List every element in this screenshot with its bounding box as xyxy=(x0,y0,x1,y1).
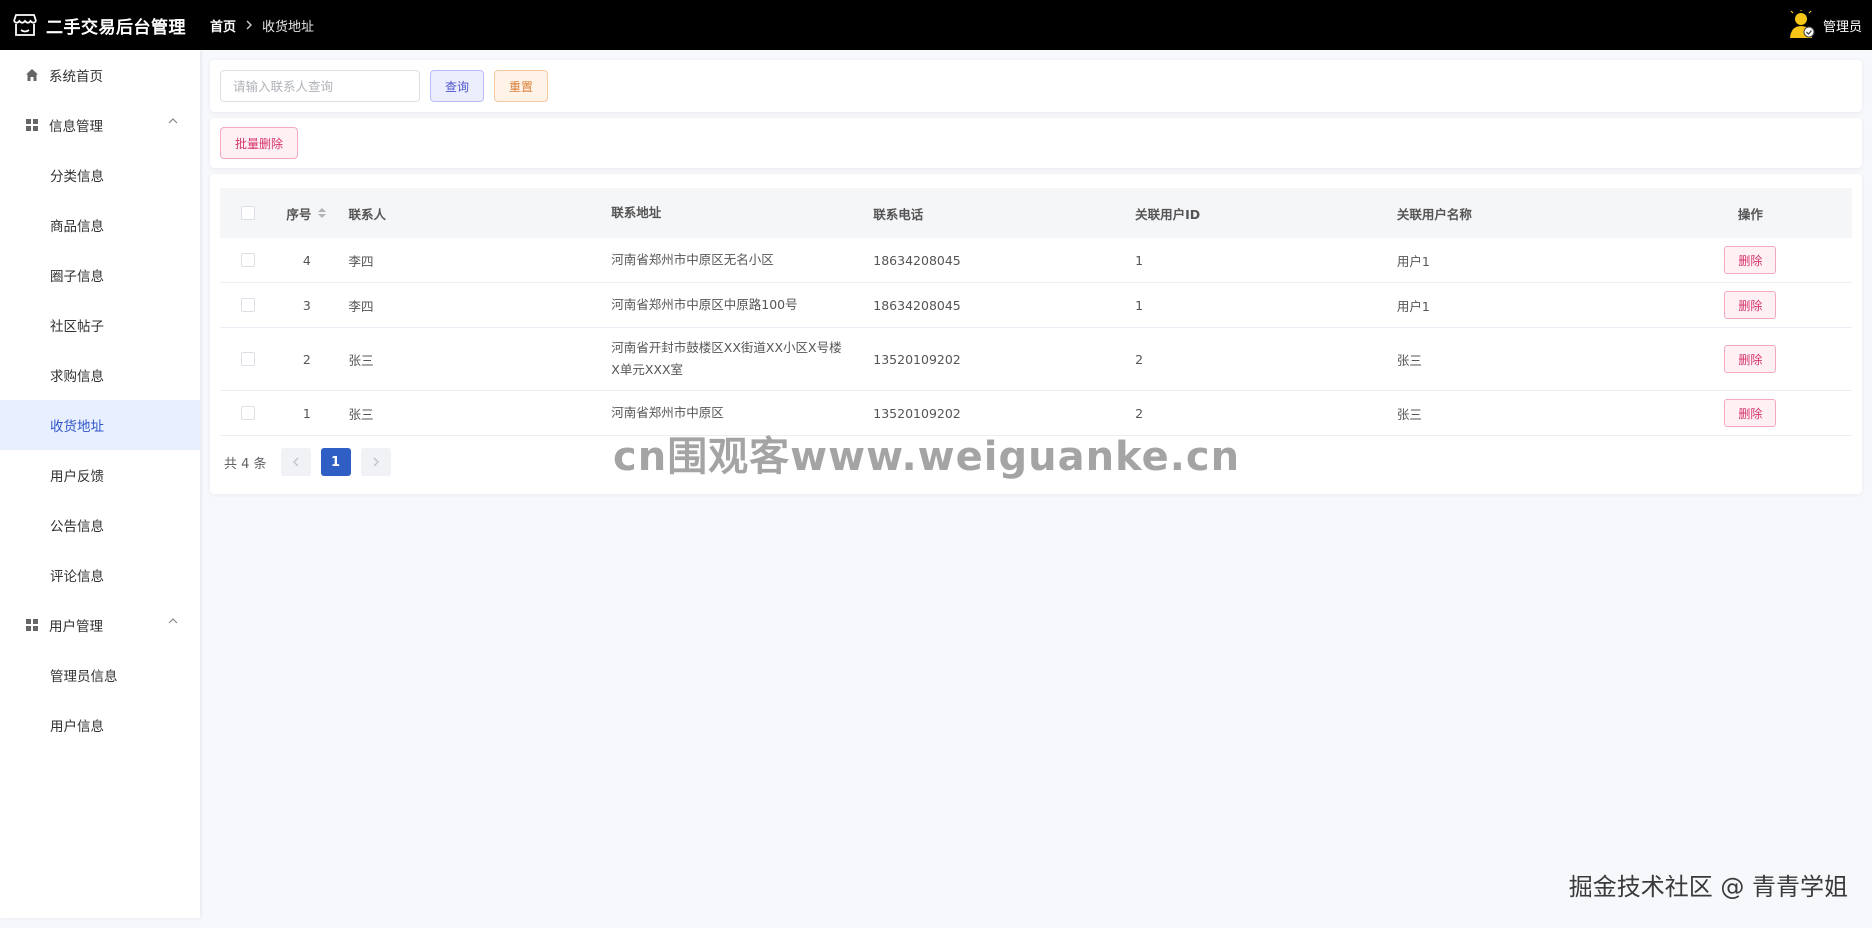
header-label: 序号 xyxy=(286,206,312,222)
cell-user-id: 1 xyxy=(1135,252,1144,268)
batch-delete-button[interactable]: 批量删除 xyxy=(220,127,299,159)
sidebar-item-wanted[interactable]: 求购信息 xyxy=(0,350,200,400)
sidebar-group-label: 信息管理 xyxy=(49,119,103,135)
row-checkbox[interactable] xyxy=(240,352,255,366)
sidebar-item-circle[interactable]: 圈子信息 xyxy=(0,250,200,300)
sidebar: 系统首页 信息管理 分类信息 商品信息 圈子信息 社区帖子 求购信息 收货地址 … xyxy=(0,50,200,918)
cell-contact: 张三 xyxy=(348,352,374,368)
pagination-total: 共 4 条 xyxy=(224,456,267,472)
sidebar-item-address[interactable]: 收货地址 xyxy=(0,400,200,450)
row-checkbox[interactable] xyxy=(240,298,255,312)
cell-phone: 13520109202 xyxy=(873,405,961,421)
toolbar-card: 批量删除 xyxy=(210,118,1862,168)
cell-seq: 3 xyxy=(302,297,311,313)
breadcrumb: 首页 收货地址 xyxy=(210,16,314,35)
watermark: cn围观客www.weiguanke.cn xyxy=(613,434,1241,480)
sidebar-item-users[interactable]: 用户信息 xyxy=(0,700,200,750)
delete-button[interactable]: 删除 xyxy=(1724,345,1777,373)
delete-button[interactable]: 删除 xyxy=(1724,291,1777,319)
sidebar-group-info-management[interactable]: 信息管理 xyxy=(0,100,200,150)
cell-phone: 18634208045 xyxy=(873,252,961,268)
table-row: 4 李四 河南省郑州市中原区无名小区 18634208045 1 用户1 删除 xyxy=(220,238,1852,283)
select-all-checkbox[interactable] xyxy=(240,206,255,220)
home-icon xyxy=(24,67,40,83)
grid-icon xyxy=(24,117,40,133)
cell-phone: 13520109202 xyxy=(873,351,961,367)
sort-icon[interactable] xyxy=(317,207,327,219)
sidebar-item-goods[interactable]: 商品信息 xyxy=(0,200,200,250)
header-phone: 联系电话 xyxy=(873,206,924,222)
breadcrumb-current: 收货地址 xyxy=(262,19,315,35)
sidebar-item-category[interactable]: 分类信息 xyxy=(0,150,200,200)
sidebar-item-label: 系统首页 xyxy=(49,69,103,85)
row-checkbox[interactable] xyxy=(240,406,255,420)
header-contact: 联系人 xyxy=(348,206,386,222)
cell-seq: 4 xyxy=(302,252,311,268)
chevron-left-icon xyxy=(292,457,299,467)
page-number-button[interactable]: 1 xyxy=(320,448,351,476)
delete-button[interactable]: 删除 xyxy=(1724,399,1777,427)
cell-contact: 李四 xyxy=(348,253,374,269)
chevron-right-icon xyxy=(245,20,253,30)
sidebar-group-label: 用户管理 xyxy=(49,619,103,635)
cell-user-name: 用户1 xyxy=(1396,253,1430,269)
header-address: 联系地址 xyxy=(611,205,662,220)
grid-icon xyxy=(24,617,40,633)
sidebar-item-home[interactable]: 系统首页 xyxy=(0,50,200,100)
cell-user-name: 用户1 xyxy=(1396,298,1430,314)
top-bar: 二手交易后台管理 首页 收货地址 管理员 xyxy=(0,0,1872,50)
table-row: 3 李四 河南省郑州市中原区中原路100号 18634208045 1 用户1 … xyxy=(220,283,1852,328)
breadcrumb-home[interactable]: 首页 xyxy=(210,16,236,35)
reset-button[interactable]: 重置 xyxy=(494,70,549,102)
query-button[interactable]: 查询 xyxy=(430,70,485,102)
cell-user-id: 2 xyxy=(1135,351,1144,367)
next-page-button[interactable] xyxy=(360,448,391,476)
cell-user-name: 张三 xyxy=(1396,352,1422,368)
cell-user-name: 张三 xyxy=(1396,406,1422,422)
cell-address: 河南省开封市鼓楼区XX街道XX小区X号楼X单元XXX室 xyxy=(611,340,842,377)
cell-address: 河南省郑州市中原区中原路100号 xyxy=(611,297,798,312)
sidebar-item-posts[interactable]: 社区帖子 xyxy=(0,300,200,350)
delete-button[interactable]: 删除 xyxy=(1724,246,1777,274)
contact-search-input[interactable] xyxy=(220,70,420,102)
sidebar-item-admin[interactable]: 管理员信息 xyxy=(0,650,200,700)
sidebar-item-notice[interactable]: 公告信息 xyxy=(0,500,200,550)
header-user-id: 关联用户ID xyxy=(1135,206,1201,222)
app-title: 二手交易后台管理 xyxy=(46,17,186,38)
cell-address: 河南省郑州市中原区无名小区 xyxy=(611,252,774,267)
table-row: 2 张三 河南省开封市鼓楼区XX街道XX小区X号楼X单元XXX室 1352010… xyxy=(220,328,1852,391)
cell-user-id: 1 xyxy=(1135,297,1144,313)
logo[interactable]: 二手交易后台管理 xyxy=(0,10,210,40)
user-menu[interactable]: 管理员 xyxy=(1787,0,1862,50)
search-card: 查询 重置 xyxy=(210,60,1862,112)
header-action: 操作 xyxy=(1737,206,1763,222)
cell-seq: 1 xyxy=(302,405,311,421)
chevron-up-icon xyxy=(168,617,178,625)
header-user-name: 关联用户名称 xyxy=(1396,206,1472,222)
cell-user-id: 2 xyxy=(1135,405,1144,421)
footer-watermark: 掘金技术社区 @ 青青学姐 xyxy=(1568,873,1848,901)
sidebar-item-comment[interactable]: 评论信息 xyxy=(0,550,200,600)
sidebar-item-feedback[interactable]: 用户反馈 xyxy=(0,450,200,500)
cell-address: 河南省郑州市中原区 xyxy=(611,405,724,420)
table-header: 序号 联系人 联系地址 联系电话 关联用户ID 关联用户名称 操作 xyxy=(220,188,1852,238)
prev-page-button[interactable] xyxy=(280,448,311,476)
chevron-up-icon xyxy=(168,117,178,125)
sidebar-group-user-management[interactable]: 用户管理 xyxy=(0,600,200,650)
row-checkbox[interactable] xyxy=(240,253,255,267)
user-name: 管理员 xyxy=(1822,19,1862,35)
cell-phone: 18634208045 xyxy=(873,297,961,313)
shop-icon xyxy=(10,10,40,40)
cell-contact: 张三 xyxy=(348,406,374,422)
chevron-right-icon xyxy=(373,457,379,467)
header-seq[interactable]: 序号 xyxy=(275,204,338,223)
cell-seq: 2 xyxy=(302,351,311,367)
avatar xyxy=(1787,10,1817,40)
cell-contact: 李四 xyxy=(348,298,374,314)
